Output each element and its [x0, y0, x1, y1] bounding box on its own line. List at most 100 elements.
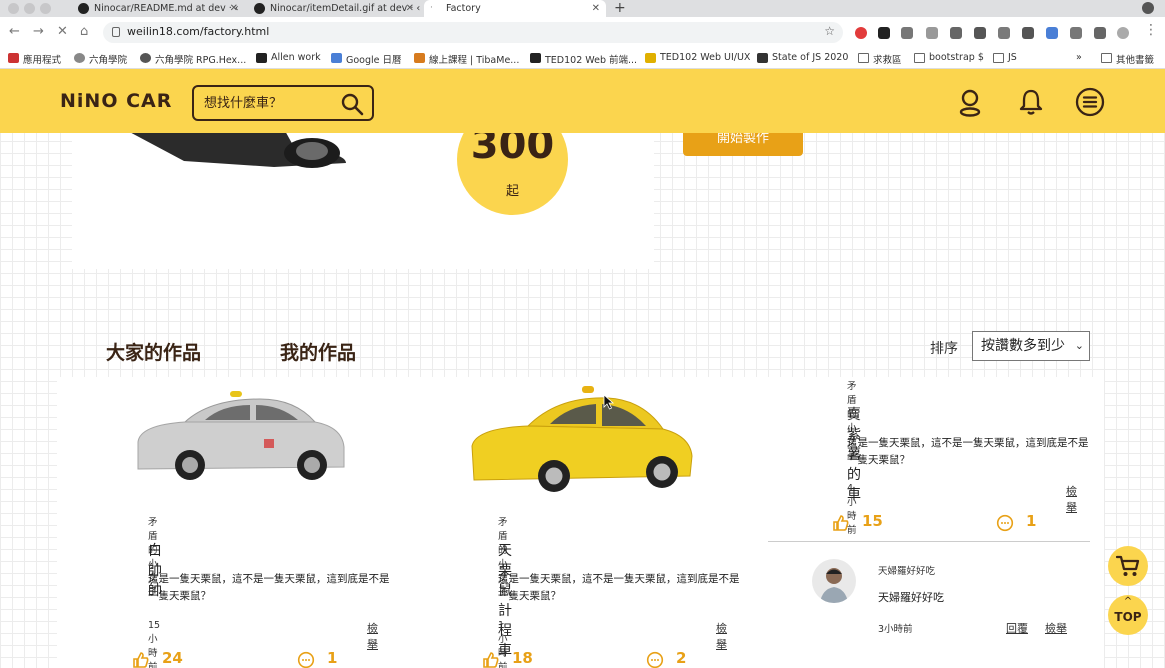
browser-toolbar: ← → ✕ ⌂ weilin18.com/factory.html ☆ ⋮	[0, 17, 1165, 48]
bookmark-item[interactable]: 六角學院 RPG.Hex...	[140, 52, 246, 66]
top-label: TOP	[1114, 610, 1142, 624]
bookmark-item[interactable]: TED102 Web 前端...	[530, 52, 637, 66]
hero-car-image	[124, 129, 346, 168]
sort-selected-value: 按讚數多到少	[981, 338, 1065, 354]
person-icon	[820, 568, 848, 603]
comment-time: 3小時前	[878, 624, 913, 635]
user-icon[interactable]	[955, 87, 985, 117]
extension-icon[interactable]	[878, 27, 890, 39]
like-count: 18	[512, 649, 533, 667]
bookmark-folder[interactable]: 求救區	[858, 52, 902, 66]
car-image[interactable]	[130, 387, 350, 487]
bookmark-folder[interactable]: JS	[993, 52, 1017, 63]
factory-page: NiNO CAR 300 起 開始製作	[0, 69, 1165, 668]
report-link[interactable]: 檢舉	[1045, 620, 1067, 636]
extension-icon[interactable]	[998, 27, 1010, 39]
tab-all-works[interactable]: 大家的作品	[101, 338, 206, 365]
work-description: 這是一隻天栗鼠，這不是一隻天栗鼠，這到底是不是一隻天栗鼠？	[498, 573, 740, 602]
bookmark-item[interactable]: Allen work	[256, 52, 321, 63]
browser-tab-bar: Ninocar/README.md at dev · ‹ ✕ Ninocar/i…	[0, 0, 1165, 17]
tab-close-icon[interactable]: ✕	[592, 0, 600, 17]
back-icon[interactable]: ←	[9, 24, 20, 39]
bookmarks-overflow-icon[interactable]: »	[1076, 52, 1082, 63]
tab-close-icon[interactable]: ✕	[230, 0, 238, 17]
thumbs-up-icon[interactable]	[132, 651, 150, 668]
bookmark-star-icon[interactable]: ☆	[824, 24, 835, 38]
address-url[interactable]: weilin18.com/factory.html	[127, 25, 269, 38]
report-link[interactable]: 檢舉	[367, 620, 378, 652]
extension-icon[interactable]	[855, 27, 867, 39]
cart-button[interactable]	[1108, 546, 1148, 586]
bookmark-item[interactable]: State of JS 2020	[757, 52, 848, 63]
thumbs-up-icon[interactable]	[482, 651, 500, 668]
bookmark-item[interactable]: Google 日曆	[331, 52, 402, 66]
reply-link[interactable]: 回覆	[1006, 620, 1028, 636]
report-link[interactable]: 檢舉	[716, 620, 727, 652]
comment-icon[interactable]	[646, 651, 664, 668]
thumbs-up-icon[interactable]	[832, 514, 850, 532]
search-input[interactable]	[204, 93, 334, 113]
extension-icon[interactable]	[901, 27, 913, 39]
sort-select[interactable]: 按讚數多到少 ⌄	[972, 331, 1090, 361]
extension-icon[interactable]	[1022, 27, 1034, 39]
tab-my-works[interactable]: 我的作品	[280, 338, 356, 365]
tab-close-icon[interactable]: ✕	[406, 0, 414, 17]
car-image[interactable]	[468, 384, 698, 499]
report-link[interactable]: 檢舉	[1066, 483, 1077, 515]
site-logo[interactable]: NiNO CAR	[60, 90, 172, 112]
bookmark-item[interactable]: 線上課程 | TibaMe...	[414, 52, 519, 66]
bookmark-item[interactable]: TED102 Web UI/UX	[645, 52, 750, 63]
more-icon[interactable]: ⋮	[1144, 22, 1158, 38]
menu-icon[interactable]	[1075, 87, 1105, 117]
bookmark-folder[interactable]: 其他書籤	[1101, 52, 1154, 66]
address-bar[interactable]: weilin18.com/factory.html ☆	[103, 22, 843, 43]
profile-icon[interactable]	[1117, 27, 1129, 39]
price-unit: 起	[505, 184, 519, 199]
translate-icon[interactable]	[1046, 27, 1058, 39]
avatar[interactable]	[812, 559, 856, 603]
home-icon[interactable]: ⌂	[80, 24, 88, 39]
work-description: 這是一隻天栗鼠，這不是一隻天栗鼠，這到底是不是一隻天栗鼠？	[148, 573, 390, 602]
window-close-dot[interactable]	[8, 3, 19, 14]
github-icon	[254, 3, 265, 14]
new-tab-icon[interactable]: +	[614, 0, 626, 16]
search-box[interactable]	[192, 85, 374, 121]
bookmark-item[interactable]: 應用程式	[8, 52, 61, 66]
comment-icon[interactable]	[996, 514, 1014, 532]
tab-title: Ninocar/itemDetail.gif at dev · ‹	[270, 3, 420, 14]
github-icon	[78, 3, 89, 14]
like-count: 24	[162, 649, 183, 667]
like-count: 15	[862, 512, 883, 530]
puzzle-icon[interactable]	[1094, 27, 1106, 39]
search-icon[interactable]	[340, 92, 364, 116]
comment-text: 天婦羅好好吃	[878, 591, 944, 604]
browser-tab[interactable]: Ninocar/itemDetail.gif at dev · ‹ ✕	[248, 0, 420, 17]
comment-count: 2	[676, 649, 687, 667]
back-to-top-button[interactable]: ^ TOP	[1108, 595, 1148, 635]
mouse-cursor-icon	[603, 394, 615, 410]
bookmark-folder[interactable]: bootstrap $	[914, 52, 984, 63]
bookmarks-bar: 應用程式 六角學院 六角學院 RPG.Hex... Allen work Goo…	[0, 48, 1165, 69]
browser-tab[interactable]: Ninocar/README.md at dev · ‹ ✕	[72, 0, 244, 17]
extension-icon[interactable]	[926, 27, 938, 39]
extension-icon[interactable]	[950, 27, 962, 39]
divider	[768, 541, 1090, 542]
sort-label: 排序	[930, 341, 958, 357]
site-header: NiNO CAR	[0, 69, 1165, 133]
browser-menu-icon[interactable]	[1142, 2, 1154, 14]
browser-tab-active[interactable]: · Factory ✕	[424, 0, 606, 17]
bell-icon[interactable]	[1016, 87, 1046, 117]
window-minimize-dot[interactable]	[24, 3, 35, 14]
window-zoom-dot[interactable]	[40, 3, 51, 14]
camera-icon[interactable]	[1070, 27, 1082, 39]
forward-icon[interactable]: →	[33, 24, 44, 39]
loading-icon: ·	[430, 3, 433, 13]
extension-icon[interactable]	[974, 27, 986, 39]
commenter-name[interactable]: 天婦羅好好吃	[878, 563, 935, 577]
cart-icon	[1116, 555, 1140, 576]
start-making-button[interactable]: 開始製作	[683, 129, 803, 156]
work-description: 這是一隻天栗鼠，這不是一隻天栗鼠，這到底是不是一隻天栗鼠？	[847, 437, 1089, 466]
comment-icon[interactable]	[297, 651, 315, 668]
stop-icon[interactable]: ✕	[57, 24, 68, 39]
bookmark-item[interactable]: 六角學院	[74, 52, 127, 66]
